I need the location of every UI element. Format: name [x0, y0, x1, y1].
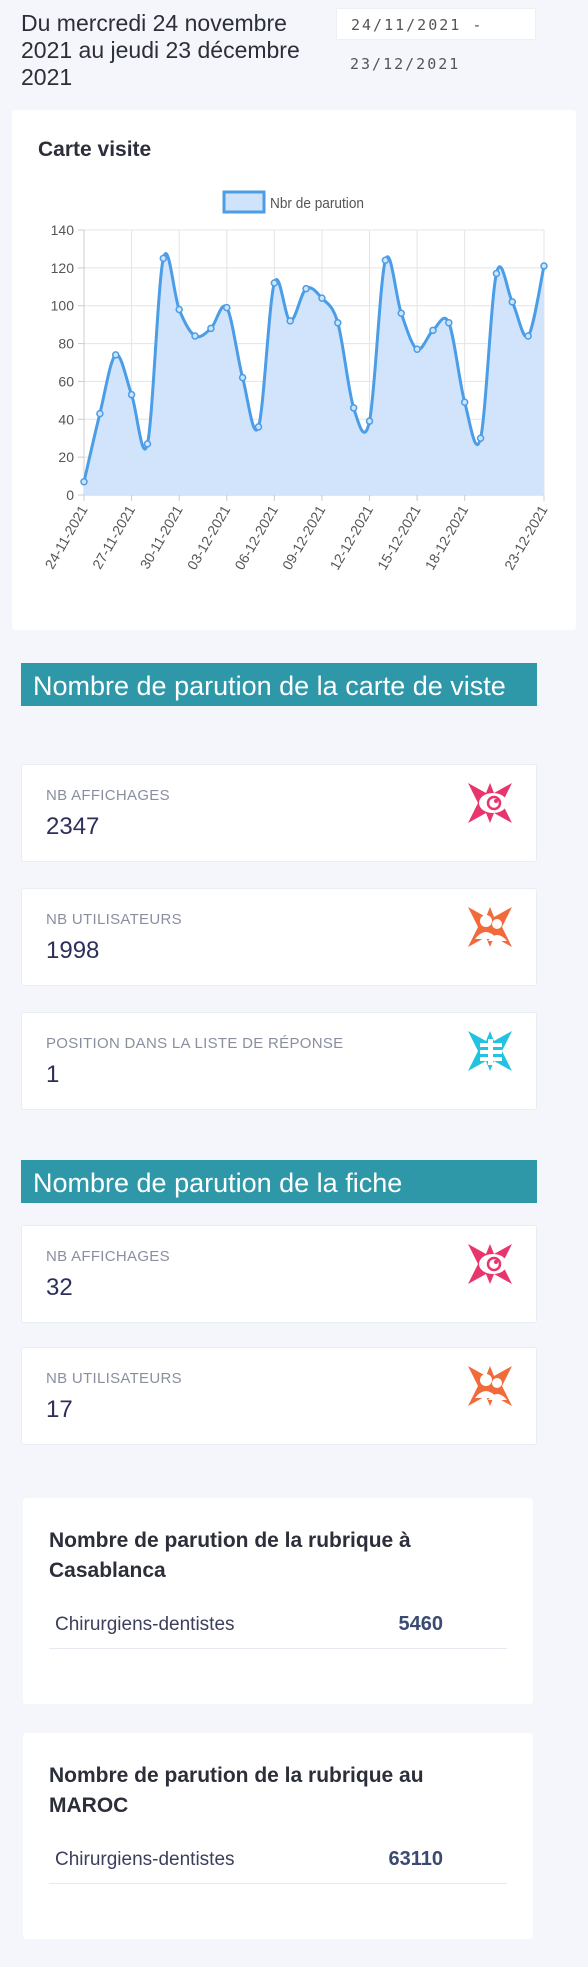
x-tick-label: 03-12-2021 [184, 502, 234, 572]
date-range-input[interactable]: 24/11/2021 - [336, 8, 536, 40]
rubrique-title: Nombre de parution de la rubrique au MAR… [49, 1764, 424, 1817]
data-point [445, 319, 453, 327]
x-tick-label: 18-12-2021 [422, 502, 472, 572]
data-point [334, 319, 342, 327]
stat-label: NB UTILISATEURS [46, 911, 182, 928]
legend-label: Nbr de parution [270, 195, 364, 212]
stat-label: POSITION DANS LA LISTE DE RÉPONSE [46, 1035, 344, 1052]
stat-card-fiche-utilisateurs: NB UTILISATEURS 17 [21, 1347, 537, 1445]
stat-label: NB AFFICHAGES [46, 787, 170, 804]
data-point [159, 254, 168, 263]
y-tick-label: 120 [51, 260, 75, 276]
stat-card-utilisateurs: NB UTILISATEURS 1998 [21, 888, 537, 986]
eye-icon [468, 783, 512, 823]
legend-swatch [222, 190, 266, 214]
data-point [111, 351, 120, 359]
date-range-text: Du mercredi 24 novembre 2021 au jeudi 23… [21, 10, 300, 90]
data-point [270, 279, 279, 287]
data-point [413, 345, 421, 353]
data-point [540, 262, 548, 270]
stat-label: NB AFFICHAGES [46, 1248, 170, 1265]
x-tick-label: 24-11-2021 [41, 502, 90, 571]
data-point [302, 284, 310, 293]
data-point [429, 326, 437, 335]
list-icon [468, 1031, 512, 1071]
data-point [254, 423, 263, 431]
x-tick-label: 12-12-2021 [326, 502, 376, 572]
stat-value: 1 [46, 1061, 60, 1088]
y-tick-label: 60 [58, 373, 74, 389]
line-chart: Nbr de parution 0 20 40 60 80 100 120 140 24-11-2… [41, 190, 551, 573]
rubrique-row: Chirurgiens-dentistes 63110 [49, 1843, 507, 1884]
x-tick-label: 15-12-2021 [374, 502, 424, 572]
data-point [460, 398, 469, 406]
data-point [207, 324, 215, 333]
y-tick-label: 80 [58, 336, 74, 352]
stat-card-affichages: NB AFFICHAGES 2347 [21, 764, 537, 862]
data-point [349, 404, 358, 412]
data-point [286, 317, 294, 325]
y-tick-label: 0 [66, 487, 74, 503]
rubrique-row: Chirurgiens-dentistes 5460 [49, 1608, 507, 1649]
data-point [223, 303, 231, 312]
y-tick-label: 40 [58, 411, 74, 427]
x-tick-label: 30-11-2021 [137, 502, 186, 571]
data-point [80, 478, 88, 486]
data-point [508, 298, 517, 306]
data-point [96, 409, 104, 418]
stat-value: 2347 [46, 813, 100, 840]
rubrique-value: 5460 [398, 1613, 444, 1635]
stat-label: NB UTILISATEURS [46, 1370, 182, 1387]
stat-value: 1998 [46, 937, 100, 964]
data-point [365, 417, 374, 425]
y-tick-label: 100 [51, 298, 75, 314]
stat-card-fiche-affichages: NB AFFICHAGES 32 [21, 1225, 537, 1323]
x-tick-label: 06-12-2021 [231, 502, 281, 572]
users-icon [468, 1366, 512, 1406]
stat-card-position: POSITION DANS LA LISTE DE RÉPONSE 1 [21, 1012, 537, 1110]
rubrique-name: Chirurgiens-dentistes [55, 1849, 235, 1870]
data-point [175, 305, 183, 314]
data-point [318, 294, 326, 302]
chart-card: Carte visite Nbr de parution 0 20 40 60 80 100… [12, 110, 576, 630]
date-range-input-end: 23/12/2021 [350, 55, 461, 73]
x-tick-label: 27-11-2021 [89, 502, 138, 571]
rubrique-value: 63110 [388, 1848, 443, 1870]
data-point [397, 309, 405, 318]
data-point [524, 332, 532, 340]
rubrique-name: Chirurgiens-dentistes [55, 1614, 235, 1635]
rubrique-title: Nombre de parution de la rubrique à Casa… [49, 1529, 411, 1582]
y-tick-label: 140 [51, 222, 75, 238]
y-tick-label: 20 [58, 449, 74, 465]
data-point [476, 434, 485, 442]
data-point [238, 373, 247, 382]
section-header-carte: Nombre de parution de la carte de viste [21, 663, 537, 706]
x-tick-label: 09-12-2021 [279, 502, 329, 572]
data-point [127, 390, 136, 399]
data-point [191, 332, 199, 340]
users-icon [468, 907, 512, 947]
data-point [143, 440, 152, 448]
eye-icon [468, 1244, 512, 1284]
stat-value: 32 [46, 1274, 73, 1301]
section-header-fiche: Nombre de parution de la fiche [21, 1160, 537, 1203]
data-point [381, 256, 390, 265]
x-tick-label: 23-12-2021 [501, 502, 551, 572]
stat-value: 17 [46, 1396, 73, 1423]
rubrique-card-casablanca: Nombre de parution de la rubrique à Casa… [23, 1498, 533, 1704]
data-point [492, 269, 501, 278]
rubrique-card-maroc: Nombre de parution de la rubrique au MAR… [23, 1733, 533, 1939]
